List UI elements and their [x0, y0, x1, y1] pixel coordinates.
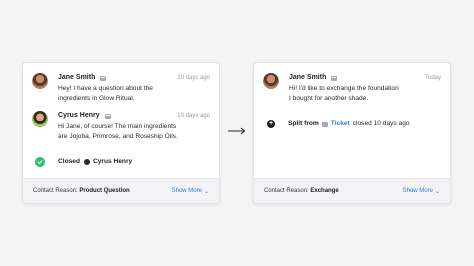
contact-reason-label: Contact Reason:: [264, 188, 309, 194]
contact-reason-label: Contact Reason:: [33, 188, 78, 194]
message-item: Jane Smith Today Hi! I'd like to exchang…: [263, 73, 441, 107]
avatar[interactable]: [32, 111, 48, 127]
show-more-button[interactable]: Show More ⌄: [403, 188, 440, 195]
message-item: Cyrus Henry 10 days ago Hi Jane, of cour…: [32, 111, 210, 155]
message-line: ingredients in Glow Ritual.: [58, 95, 135, 102]
status-label: Closed: [58, 158, 80, 165]
contact-reason: Contact Reason: Product Question: [33, 188, 130, 194]
sender-name[interactable]: Jane Smith: [58, 73, 95, 83]
chevron-down-icon: ⌄: [434, 188, 440, 195]
envelope-icon: [331, 75, 338, 81]
sender-name[interactable]: Cyrus Henry: [58, 111, 100, 121]
message-header: Jane Smith: [58, 73, 107, 83]
envelope-icon: [100, 75, 107, 81]
contact-reason: Contact Reason: Exchange: [264, 188, 339, 194]
message-body: Hi Jane, of course! The main ingredients…: [58, 122, 208, 142]
message-time: 10 days ago: [177, 75, 210, 81]
message-line: are Jojoba, Primrose, and Roseship Oils.: [58, 133, 178, 140]
show-more-label: Show More: [402, 188, 433, 194]
split-time: closed 10 days ago: [352, 120, 410, 127]
arrow-right-icon: [228, 127, 246, 135]
contact-reason-value: Product Question: [79, 188, 130, 194]
ticket-link[interactable]: Ticket: [331, 119, 350, 129]
message-line: Hi! I'd like to exchange the foundation: [289, 85, 399, 92]
message-line: I bought for another shade.: [289, 95, 369, 102]
message-item: Jane Smith 10 days ago Hey! I have a que…: [32, 73, 210, 107]
show-more-button[interactable]: Show More ⌄: [172, 188, 209, 195]
message-body: Hi! I'd like to exchange the foundation …: [289, 84, 439, 104]
closed-status: Closed Cyrus Henry: [32, 157, 210, 167]
card-footer: Contact Reason: Exchange Show More ⌄: [254, 178, 450, 203]
show-more-label: Show More: [171, 188, 202, 194]
ticket-card-after: Jane Smith Today Hi! I'd like to exchang…: [253, 62, 451, 204]
message-header: Jane Smith: [289, 73, 338, 83]
message-line: Hi Jane, of course! The main ingredients: [58, 123, 177, 130]
message-header: Cyrus Henry: [58, 111, 111, 121]
message-time: 10 days ago: [177, 113, 210, 119]
avatar[interactable]: [263, 73, 279, 89]
split-plus-icon: +: [267, 120, 275, 128]
check-circle-icon: [35, 157, 45, 167]
sender-name[interactable]: Jane Smith: [289, 73, 326, 83]
closed-by-name[interactable]: Cyrus Henry: [93, 157, 132, 167]
message-line: Hey! I have a question about the: [58, 85, 153, 92]
split-status: + Split from Ticket closed 10 days ago: [263, 119, 441, 129]
envelope-icon: [321, 121, 328, 127]
chevron-down-icon: ⌄: [203, 188, 209, 195]
message-time: Today: [424, 75, 441, 81]
contact-reason-value: Exchange: [310, 188, 339, 194]
message-body: Hey! I have a question about the ingredi…: [58, 84, 193, 104]
card-footer: Contact Reason: Product Question Show Mo…: [23, 178, 219, 203]
ticket-card-before: Jane Smith 10 days ago Hey! I have a que…: [22, 62, 220, 204]
split-label: Split from: [288, 120, 319, 127]
avatar[interactable]: [32, 73, 48, 89]
user-icon: [83, 159, 90, 165]
envelope-icon: [104, 113, 111, 119]
